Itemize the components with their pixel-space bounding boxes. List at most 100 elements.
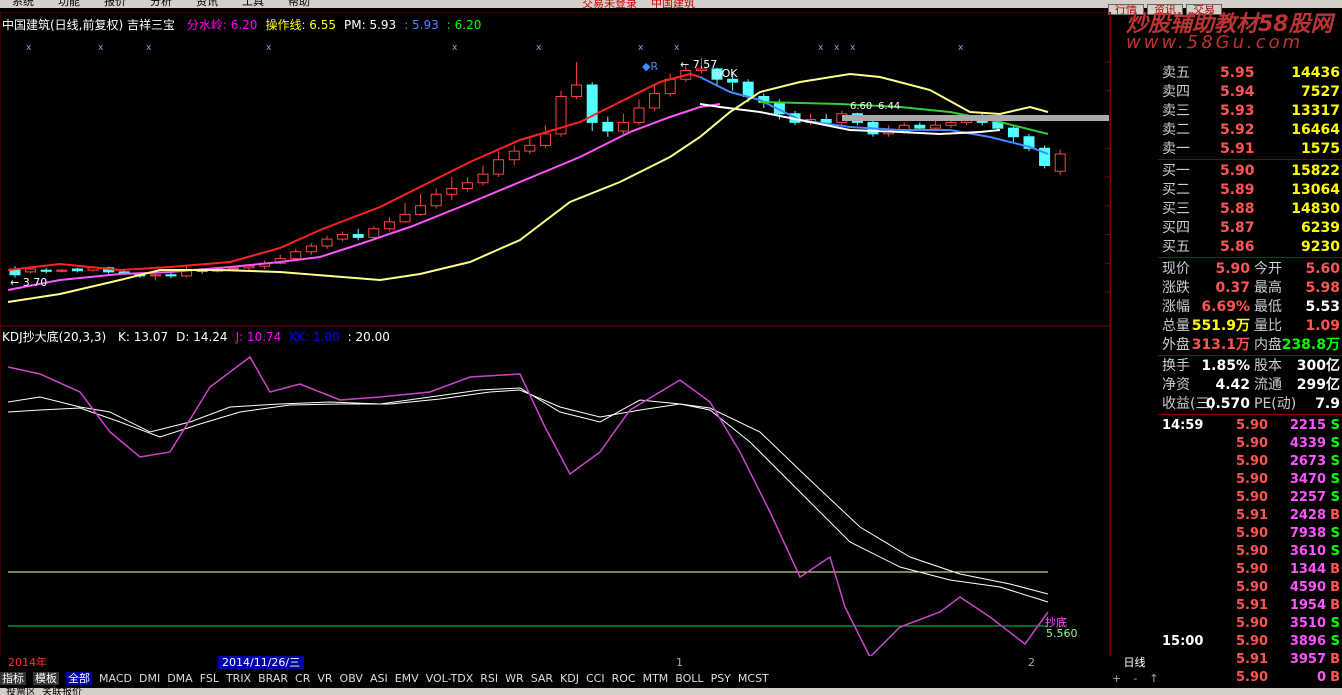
indicator-tab-模板[interactable]: 模板 [33,672,59,685]
quote-price: 5.86 [1220,239,1255,255]
indicator-tab-boll[interactable]: BOLL [675,672,703,685]
quote-volume: 16464 [1291,122,1340,138]
tick-volume: 1344 [1289,562,1326,577]
stat-value: 0.37 [1215,280,1250,296]
tick-side: B [1330,562,1340,577]
stat-value: 0.570 [1205,396,1250,412]
kdj-k-line [7,387,1049,603]
sell-level-3[interactable]: 卖三 5.93 13317 [1158,102,1342,121]
stat-value: 1.85% [1201,358,1250,374]
indicator-tab-cr[interactable]: CR [295,672,310,685]
menu-item-2[interactable]: 报价 [104,0,126,8]
candle-body [430,193,442,207]
date-axis: 2014年 2014/11/26/三 1 2 [0,656,1111,669]
tick-side: S [1330,634,1340,649]
quote-price: 5.92 [1220,122,1255,138]
tick-price: 5.91 [1236,652,1269,667]
quote-price: 5.93 [1220,103,1255,119]
indicator-tab-obv[interactable]: OBV [340,672,363,685]
mid-price-label-2: 6.44 [878,101,900,112]
indicator-tab-rsi[interactable]: RSI [480,672,498,685]
indicator-tab-asi[interactable]: ASI [370,672,388,685]
stat-label: 股本 [1254,358,1282,374]
candle-body [337,234,349,240]
stat-value: 4.42 [1215,377,1250,393]
stat-label: 外盘 [1162,337,1190,353]
nav-control-0[interactable]: + [1112,672,1121,685]
quote-volume: 9230 [1301,239,1340,255]
indicator-tab-roc[interactable]: ROC [612,672,636,685]
tick-side: B [1330,652,1340,667]
quote-price: 5.88 [1220,201,1255,217]
indicator-tab-macd[interactable]: MACD [99,672,132,685]
tick-price: 5.90 [1236,526,1269,541]
indicator-tab-wr[interactable]: WR [505,672,524,685]
tick-row: 5.91 1954 B [1158,597,1342,615]
indicator-tab-trix[interactable]: TRIX [226,672,251,685]
stat-row: 收益(三) 0.570 PE(动) 7.9 [1158,395,1342,414]
tick-row: 5.91 2428 B [1158,507,1342,525]
indicator-tab-指标[interactable]: 指标 [0,672,26,685]
kdj-value-4: : 20.00 [347,330,390,344]
bottom-tab-0[interactable]: 投票区 [6,688,36,695]
menu-item-4[interactable]: 资讯 [196,0,218,8]
buy-level-3[interactable]: 买三 5.88 14830 [1158,200,1342,219]
stat-label: 涨幅 [1162,299,1190,315]
quote-volume: 14436 [1291,65,1340,81]
indicator-tab-emv[interactable]: EMV [395,672,419,685]
candle-body [415,205,427,215]
indicator-tab-mcst[interactable]: MCST [738,672,769,685]
nav-control-1[interactable]: - [1133,672,1137,685]
signal-marker: x [674,43,680,53]
indicator-tab-cci[interactable]: CCI [586,672,605,685]
indicator-tab-kdj[interactable]: KDJ [560,672,579,685]
indicator-tab-psy[interactable]: PSY [711,672,731,685]
stat-label: 今开 [1254,261,1282,277]
buy-level-2[interactable]: 买二 5.89 13064 [1158,181,1342,200]
top-status-1: 中国建筑 [651,0,695,8]
sell-level-1[interactable]: 卖一 5.91 1575 [1158,140,1342,159]
buy-level-4[interactable]: 买四 5.87 6239 [1158,219,1342,238]
quote-price: 5.95 [1220,65,1255,81]
menu-item-3[interactable]: 分析 [150,0,172,8]
indicator-tab-dmi[interactable]: DMI [139,672,160,685]
buy-level-5[interactable]: 买五 5.86 9230 [1158,238,1342,257]
tick-row: 5.90 3610 S [1158,543,1342,561]
candle-body [305,245,317,253]
tick-side: S [1330,418,1340,433]
indicator-tab-全部[interactable]: 全部 [66,672,92,685]
tick-row: 14:59 5.90 2215 S [1158,417,1342,435]
indicator-tab-vol-tdx[interactable]: VOL-TDX [426,672,474,685]
period-button[interactable]: 日线 [1111,656,1158,669]
indicator-tab-dma[interactable]: DMA [167,672,193,685]
buy-level-1[interactable]: 买一 5.90 15822 [1158,162,1342,181]
sell-level-4[interactable]: 卖四 5.94 7527 [1158,83,1342,102]
candle-body [321,238,333,247]
tick-side: B [1330,670,1340,685]
sell-level-2[interactable]: 卖二 5.92 16464 [1158,121,1342,140]
month-label-1: 1 [676,656,683,669]
signal-marker: x [98,43,104,53]
stat-row: 涨跌 0.37 最高 5.98 [1158,279,1342,298]
indicator-tab-mtm[interactable]: MTM [643,672,669,685]
indicator-tab-vr[interactable]: VR [317,672,332,685]
tick-volume: 4339 [1289,436,1326,451]
menu-item-1[interactable]: 功能 [58,0,80,8]
indicator-name: 吉祥三宝 [127,18,176,32]
menu-item-6[interactable]: 帮助 [288,0,310,8]
top-status: 交易未登录 中国建筑 [582,0,709,8]
indicator-tab-sar[interactable]: SAR [531,672,553,685]
bottom-tab-1[interactable]: 关联报价 [42,688,82,695]
ok-label: ◎OK [712,67,738,80]
tick-price: 5.90 [1236,418,1269,433]
stock-title: 中国建筑(日线,前复权) [2,18,124,32]
tick-row: 5.90 4339 S [1158,435,1342,453]
menu-item-5[interactable]: 工具 [242,0,264,8]
sell-level-5[interactable]: 卖五 5.95 14436 [1158,64,1342,83]
signal-marker: x [850,43,856,53]
bottom-bar: 投票区 关联报价 [0,688,1342,695]
menu-item-0[interactable]: 系统 [12,0,34,8]
tick-volume: 7938 [1289,526,1326,541]
indicator-tab-brar[interactable]: BRAR [258,672,288,685]
indicator-tab-fsl[interactable]: FSL [200,672,219,685]
